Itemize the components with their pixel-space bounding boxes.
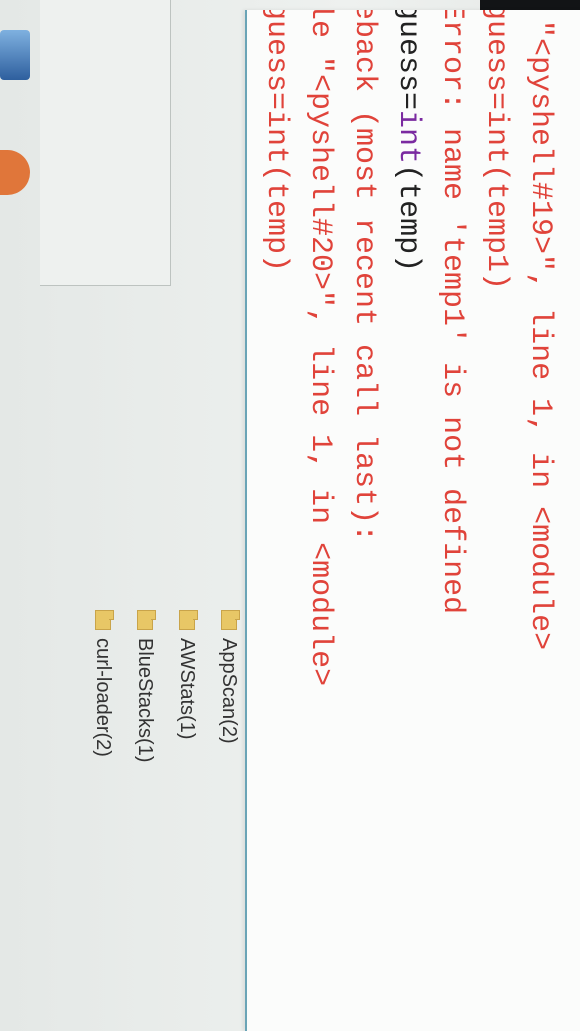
shell-text: guess=int(temp) <box>259 10 293 273</box>
shell-line: guess=int(temp) <box>254 10 298 902</box>
shell-text: Traceback (most recent call last): <box>347 10 381 543</box>
shell-text: guess=int(temp1) <box>479 10 513 291</box>
folder-icon <box>179 610 195 630</box>
shell-text: File "<pyshell#19>", line 1, in <module> <box>523 10 557 651</box>
file-list: AppScan(2) AWStats(1) BlueStacks(1) curl-lo… <box>70 610 250 1020</box>
folder-icon <box>95 610 111 630</box>
file-name: AppScan(2) <box>218 638 241 744</box>
file-item[interactable]: AWStats(1) <box>166 610 208 1020</box>
file-name: BlueStacks(1) <box>134 638 157 763</box>
shell-line: File "<pyshell#20>", line 1, in <module> <box>298 10 342 902</box>
file-item[interactable]: BlueStacks(1) <box>124 610 166 1020</box>
shell-text: int <box>391 110 425 165</box>
shell-text: NameError: name 'temp1' is not defined <box>435 10 469 615</box>
shell-text: guess= <box>391 10 425 111</box>
shell-line: guess=int(temp1) <box>474 10 518 902</box>
shell-line: NameError: name 'temp1' is not defined <box>430 10 474 902</box>
shell-line: >>> guess=int(temp) <box>386 10 430 902</box>
background-panel <box>40 0 171 286</box>
folder-icon <box>137 610 153 630</box>
shell-line: Traceback (most recent call last): <box>342 10 386 902</box>
folder-icon <box>221 610 237 630</box>
python-shell-window[interactable]: File "<pyshell#19>", line 1, in <module>… <box>245 10 580 1031</box>
file-item[interactable]: curl-loader(2) <box>82 610 124 1020</box>
app-icon-blue[interactable] <box>0 30 30 80</box>
shell-text: (temp) <box>391 164 425 273</box>
shell-output: File "<pyshell#19>", line 1, in <module>… <box>247 10 562 902</box>
file-name: curl-loader(2) <box>92 638 115 757</box>
shell-line: File "<pyshell#19>", line 1, in <module> <box>518 10 562 902</box>
file-item[interactable]: AppScan(2) <box>208 610 250 1020</box>
file-name: AWStats(1) <box>176 638 199 740</box>
shell-text: File "<pyshell#20>", line 1, in <module> <box>303 10 337 687</box>
